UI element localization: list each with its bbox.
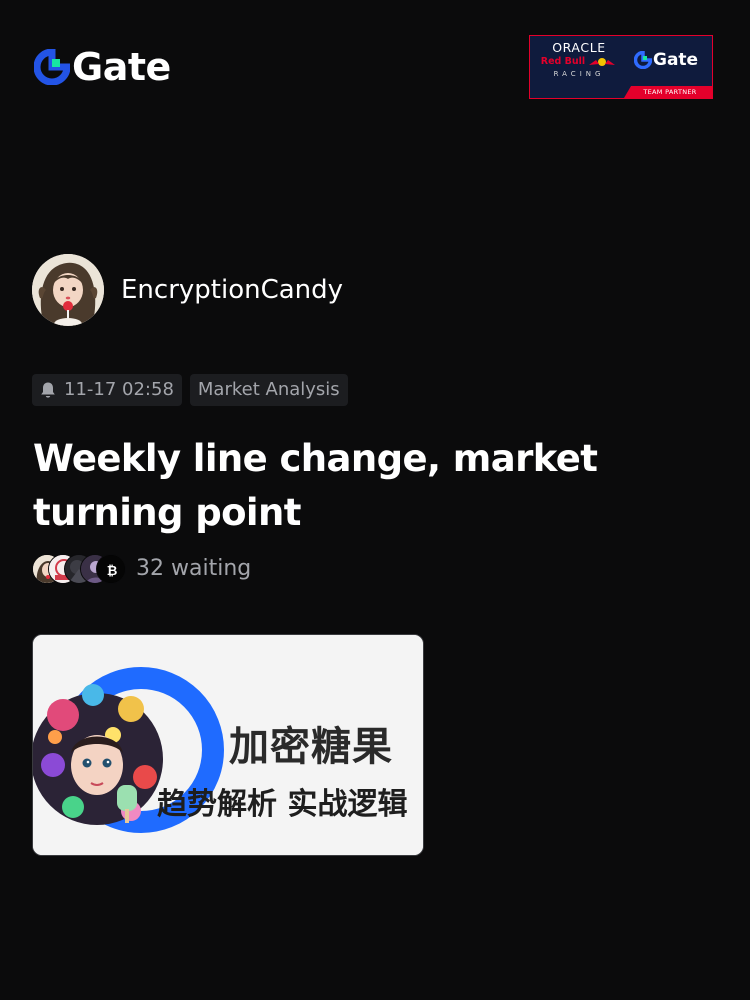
gate-logo-icon (34, 49, 70, 85)
redbull-text: Red Bull (540, 56, 586, 67)
oracle-redbull-racing-logo: ORACLE Red Bull RACING (536, 41, 622, 79)
category-tag[interactable]: Market Analysis (189, 374, 348, 406)
bitcoin-symbol: ₿ (107, 564, 118, 579)
gate-logo[interactable]: Gate (34, 46, 171, 88)
cover-title: 加密糖果 (229, 724, 393, 770)
cover-subtitle: 趋势解析 实战逻辑 (157, 787, 408, 822)
gate-logo-text: Gate (72, 45, 171, 89)
team-partner-badge: ORACLE Red Bull RACING Gate TEAM PARTNER (529, 35, 713, 99)
oracle-text: ORACLE (552, 40, 606, 55)
team-partner-label: TEAM PARTNER (624, 86, 712, 98)
racing-text: RACING (553, 70, 605, 78)
post-title: Weekly line change, market turning point (33, 437, 598, 534)
waiting-avatars: ₿ (32, 553, 128, 585)
author-avatar[interactable] (32, 254, 104, 326)
post-time: 11-17 02:58 (64, 379, 174, 400)
author-name[interactable]: EncryptionCandy (121, 275, 343, 305)
post-cover-image[interactable]: 加密糖果 趋势解析 实战逻辑 (32, 634, 424, 856)
waiting-count: 32 waiting (136, 556, 252, 581)
post-time-tag: 11-17 02:58 (32, 374, 182, 406)
author-avatar-image (32, 254, 104, 326)
category-label: Market Analysis (197, 379, 340, 400)
author-row[interactable]: EncryptionCandy (32, 254, 343, 326)
partner-gate-text: Gate (653, 50, 699, 70)
gate-logo-small-icon (634, 51, 652, 69)
partner-gate-logo: Gate (634, 50, 698, 70)
bitcoin-avatar: ₿ (96, 554, 126, 584)
waiting-row: ₿ 32 waiting (32, 553, 251, 585)
post-meta-tags: 11-17 02:58 Market Analysis (32, 374, 348, 406)
bell-icon (41, 382, 55, 398)
redbull-bulls-icon (589, 58, 616, 66)
